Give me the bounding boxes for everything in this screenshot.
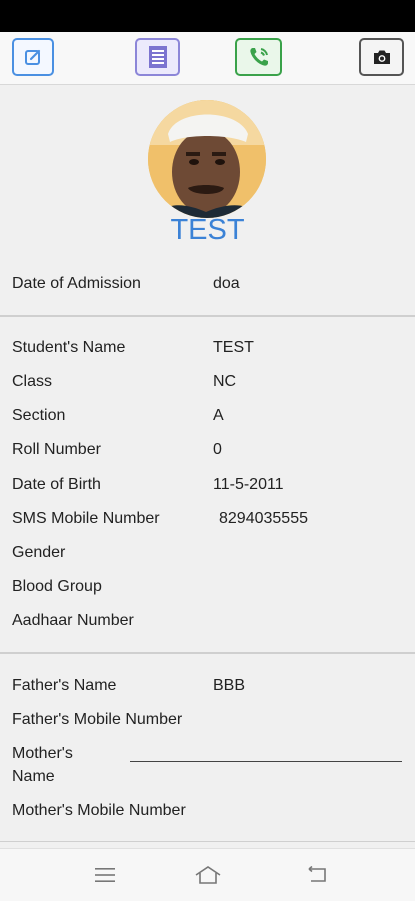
back-icon — [308, 866, 326, 882]
system-navbar — [0, 848, 415, 901]
call-button[interactable] — [235, 38, 282, 76]
mother-name-label-line2: Name — [12, 768, 55, 785]
father-name-label: Father's Name — [12, 677, 117, 694]
date-of-admission-label: Date of Admission — [12, 275, 141, 292]
mother-name-blank-line — [130, 761, 402, 762]
menu-button[interactable] — [85, 861, 125, 889]
camera-icon — [373, 50, 390, 64]
student-name-value: TEST — [213, 339, 254, 356]
edit-icon — [25, 49, 41, 65]
home-button[interactable] — [188, 861, 228, 889]
class-label: Class — [12, 373, 53, 390]
edit-button[interactable] — [12, 38, 54, 76]
section-divider — [0, 841, 415, 842]
section-divider — [0, 652, 415, 654]
section-value: A — [213, 407, 224, 424]
gender-label: Gender — [12, 544, 66, 561]
blood-group-label: Blood Group — [12, 578, 102, 595]
back-button[interactable] — [297, 861, 337, 889]
date-of-birth-value: 11-5-2011 — [213, 476, 284, 493]
father-mobile-label: Father's Mobile Number — [12, 711, 183, 728]
student-avatar[interactable] — [148, 100, 266, 218]
toolbar — [0, 32, 415, 85]
sms-mobile-label: SMS Mobile Number — [12, 510, 160, 527]
status-bar — [0, 0, 415, 32]
roll-number-label: Roll Number — [12, 441, 101, 458]
sms-mobile-value[interactable]: 8294035555 — [219, 510, 308, 528]
father-name-value: BBB — [213, 677, 246, 694]
student-name-label: Student's Name — [12, 339, 126, 356]
date-of-birth-label: Date of Birth — [12, 476, 101, 493]
profile-name: TEST — [170, 214, 245, 246]
camera-button[interactable] — [359, 38, 404, 76]
document-icon — [148, 46, 167, 68]
date-of-admission-value: doa — [213, 275, 240, 292]
class-value: NC — [213, 373, 237, 390]
mother-mobile-label: Mother's Mobile Number — [12, 802, 186, 819]
home-icon — [195, 866, 221, 884]
menu-icon — [95, 868, 115, 882]
section-label: Section — [12, 407, 66, 424]
roll-number-value: 0 — [213, 441, 222, 458]
mother-name-label-line1: Mother's — [12, 745, 73, 762]
section-divider — [0, 315, 415, 317]
aadhaar-number-label: Aadhaar Number — [12, 612, 134, 629]
document-button[interactable] — [135, 38, 180, 76]
phone-call-icon — [249, 48, 268, 66]
